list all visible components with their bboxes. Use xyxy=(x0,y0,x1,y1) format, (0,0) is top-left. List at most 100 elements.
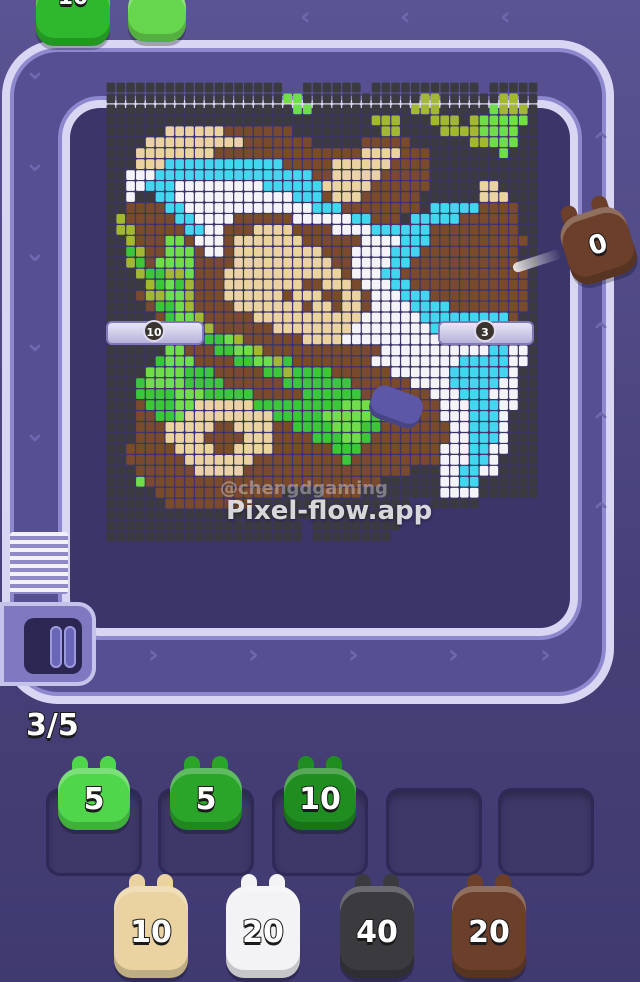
slot-creature[interactable]: 5 xyxy=(58,756,130,830)
top-creature[interactable]: 10 xyxy=(36,0,110,52)
pixel-block xyxy=(234,224,243,235)
pixel-block xyxy=(509,433,518,443)
pixel-block xyxy=(293,433,302,443)
pixel-block xyxy=(509,476,518,487)
pixel-block xyxy=(283,400,292,410)
creature-body: 5 xyxy=(58,768,130,830)
pixel-block xyxy=(381,104,391,115)
pixel-block xyxy=(499,290,508,301)
pixel-block xyxy=(401,115,410,126)
pixel-block xyxy=(263,389,273,400)
upcoming-creature[interactable]: 10 xyxy=(114,874,188,978)
pixel-block xyxy=(253,203,263,213)
pixel-block xyxy=(165,476,175,487)
pixel-block xyxy=(253,345,263,356)
slot-creature[interactable]: 10 xyxy=(284,756,356,830)
pixel-block xyxy=(469,356,479,367)
pixel-art-board[interactable] xyxy=(106,82,538,542)
pixel-block xyxy=(263,444,273,454)
pixel-block xyxy=(302,115,312,126)
pixel-block xyxy=(499,192,508,202)
pixel-block xyxy=(322,148,332,159)
pixel-block xyxy=(322,531,332,542)
pixel-block xyxy=(155,498,165,509)
pixel-block xyxy=(460,170,469,180)
pixel-block xyxy=(273,323,283,334)
pixel-block xyxy=(410,203,420,213)
pixel-block xyxy=(175,203,184,213)
pixel-block xyxy=(361,290,371,301)
pixel-block xyxy=(479,224,489,235)
pixel-block xyxy=(194,444,204,454)
pixel-block xyxy=(371,126,381,137)
pixel-block xyxy=(312,115,322,126)
pixel-block xyxy=(401,257,410,268)
pixel-block xyxy=(273,444,283,454)
pixel-block xyxy=(391,82,400,93)
pixel-block xyxy=(175,389,184,400)
pixel-block xyxy=(469,203,479,213)
pixel-block xyxy=(322,224,332,235)
pixel-block xyxy=(194,411,204,421)
pixel-block xyxy=(106,93,116,104)
pixel-block xyxy=(283,224,292,235)
pixel-block xyxy=(244,367,253,378)
pixel-block xyxy=(155,148,165,159)
pixel-block xyxy=(106,235,116,246)
pixel-block xyxy=(106,104,116,115)
pixel-block xyxy=(450,82,459,93)
pixel-block xyxy=(469,367,479,378)
pixel-block xyxy=(204,400,214,410)
pixel-block xyxy=(528,345,538,356)
pixel-block xyxy=(509,148,518,159)
pixel-block xyxy=(106,257,116,268)
pixel-block xyxy=(410,170,420,180)
creature-body: 20 xyxy=(226,886,300,978)
pixel-block xyxy=(165,257,175,268)
pixel-block xyxy=(165,203,175,213)
pixel-block xyxy=(302,181,312,191)
pixel-block xyxy=(185,137,194,148)
pixel-block xyxy=(273,411,283,421)
pixel-block xyxy=(106,531,116,542)
pixel-block xyxy=(410,192,420,202)
pixel-block xyxy=(460,378,469,389)
top-creature[interactable] xyxy=(128,0,186,44)
pixel-block xyxy=(165,433,175,443)
pixel-block xyxy=(263,148,273,159)
pixel-block xyxy=(381,454,391,465)
pixel-block xyxy=(283,268,292,279)
pixel-block xyxy=(273,279,283,290)
pixel-block xyxy=(440,246,450,257)
pixel-block xyxy=(518,93,528,104)
upcoming-creature[interactable]: 20 xyxy=(226,874,300,978)
pixel-block xyxy=(302,148,312,159)
pixel-block xyxy=(352,93,361,104)
pixel-block xyxy=(194,356,204,367)
upcoming-creature[interactable]: 20 xyxy=(452,874,526,978)
inventory-slot[interactable] xyxy=(498,788,594,876)
pixel-block xyxy=(185,246,194,257)
pixel-block xyxy=(430,433,440,443)
pixel-block xyxy=(489,137,499,148)
upcoming-creature[interactable]: 40 xyxy=(340,874,414,978)
pixel-block xyxy=(509,181,518,191)
queue-counter: 3/5 xyxy=(25,707,80,744)
pixel-block xyxy=(185,82,194,93)
pixel-block xyxy=(361,192,371,202)
pixel-block xyxy=(332,356,342,367)
pixel-block xyxy=(401,323,410,334)
pixel-block xyxy=(440,104,450,115)
pixel-block xyxy=(106,411,116,421)
slot-creature[interactable]: 5 xyxy=(170,756,242,830)
pixel-block xyxy=(234,389,243,400)
inventory-slot[interactable] xyxy=(386,788,482,876)
pixel-block xyxy=(342,367,351,378)
pixel-block xyxy=(106,389,116,400)
pixel-block xyxy=(361,159,371,170)
pixel-block xyxy=(450,214,459,224)
pixel-block xyxy=(224,246,234,257)
pixel-block xyxy=(126,279,135,290)
pixel-block xyxy=(528,159,538,170)
pixel-block xyxy=(165,520,175,531)
